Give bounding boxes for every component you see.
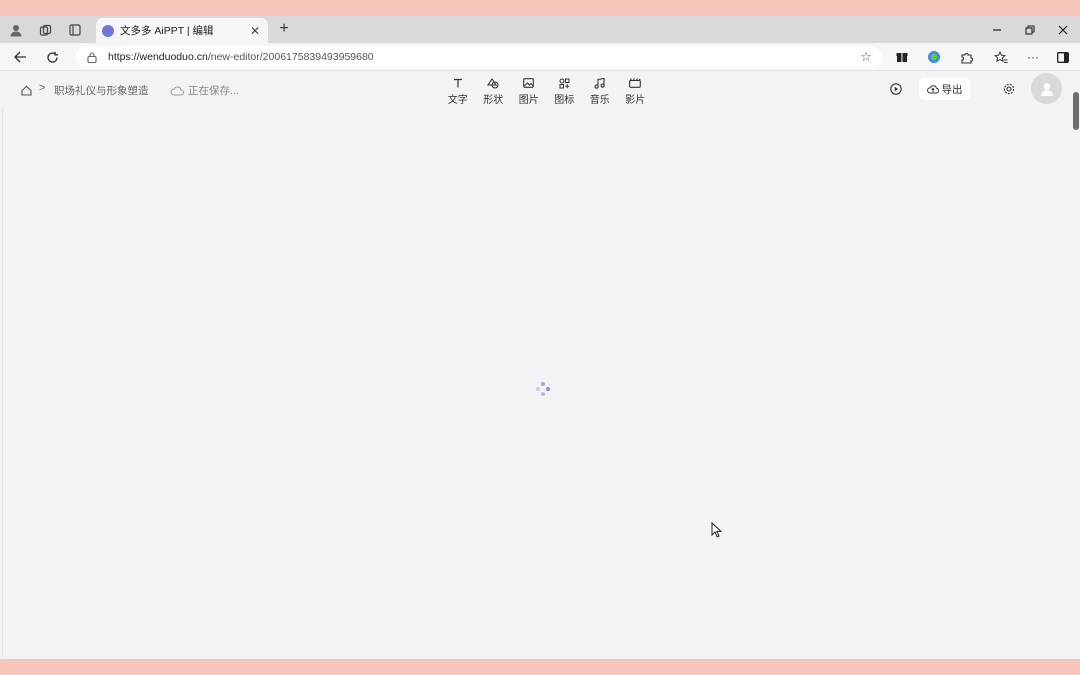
browser-window: 文多多 AiPPT | 编辑 ✕ + https://wenduoduo.cn/… [0,16,1080,659]
tool-label: 音乐 [589,95,610,106]
url-host: https://wenduoduo.cn [108,51,208,63]
icons-icon [559,76,570,90]
user-icon [1040,82,1053,96]
save-status: 正在保存... [170,83,239,98]
restore-icon[interactable] [1019,20,1041,40]
profile-icon[interactable] [5,20,27,40]
collections-icon[interactable] [34,20,56,40]
export-label: 导出 [941,83,963,96]
tab-strip: 文多多 AiPPT | 编辑 ✕ + [0,16,1080,43]
chevron-right-icon: > [39,82,46,94]
editor-canvas[interactable] [2,108,1076,657]
text-icon [453,76,463,90]
favorite-star-icon[interactable]: ☆ [858,49,874,65]
scrollbar-thumb[interactable] [1073,92,1079,130]
tab-actions-icon[interactable] [64,20,86,40]
close-window-icon[interactable] [1052,20,1074,40]
mouse-cursor-icon [711,522,723,538]
minimize-icon[interactable] [986,20,1008,40]
url-text: https://wenduoduo.cn/new-editor/20061758… [108,51,374,63]
back-icon[interactable] [9,47,31,67]
tool-image[interactable]: 图片 [511,76,547,106]
shape-icon [487,76,499,90]
cloud-icon [170,86,184,95]
tool-label: 影片 [625,95,646,106]
document-title[interactable]: 职场礼仪与形象塑造 [54,83,149,98]
save-status-text: 正在保存... [188,85,239,97]
sidebar-toggle-icon[interactable] [1053,48,1073,66]
tool-label: 图片 [518,95,539,106]
tool-label: 图标 [554,95,575,106]
address-bar[interactable]: https://wenduoduo.cn/new-editor/20061758… [76,46,882,68]
play-slideshow-icon[interactable] [888,81,904,97]
insert-toolbar: 文字 形状 图片 图标 音乐 影片 [440,76,653,106]
tool-label: 形状 [483,95,504,106]
video-icon [629,76,642,90]
new-tab-icon[interactable]: + [275,20,293,38]
url-path: /new-editor/2006175839493959680 [207,51,374,63]
loading-spinner-icon [536,382,550,396]
tool-music[interactable]: 音乐 [582,76,618,106]
extension-gift-icon[interactable] [892,48,912,66]
tool-shape[interactable]: 形状 [476,76,512,106]
user-avatar[interactable] [1031,73,1062,104]
export-button[interactable]: 导出 [919,78,970,100]
extensions-puzzle-icon[interactable] [956,48,976,66]
tab-active[interactable]: 文多多 AiPPT | 编辑 ✕ [96,18,268,43]
favorites-icon[interactable] [991,48,1011,66]
tool-video[interactable]: 影片 [618,76,654,106]
address-bar-row: https://wenduoduo.cn/new-editor/20061758… [0,43,1080,71]
image-icon [523,76,535,90]
music-icon [594,76,606,90]
tab-title: 文多多 AiPPT | 编辑 [120,25,214,37]
home-icon[interactable] [18,82,34,98]
tool-icons[interactable]: 图标 [547,76,583,106]
settings-gear-icon[interactable] [1001,81,1017,97]
tool-label: 文字 [447,95,468,106]
favicon-icon [102,24,114,37]
cloud-upload-icon [926,84,939,93]
extension-shield-icon[interactable] [924,48,944,66]
site-info-icon[interactable] [86,51,98,63]
tool-text[interactable]: 文字 [440,76,476,106]
close-tab-icon[interactable]: ✕ [248,24,262,38]
more-menu-icon[interactable]: ··· [1023,48,1043,66]
refresh-icon[interactable] [41,47,63,67]
editor-header: > 职场礼仪与形象塑造 正在保存... 文字 形状 图片 图标 音乐 影片 导出 [0,72,1080,108]
